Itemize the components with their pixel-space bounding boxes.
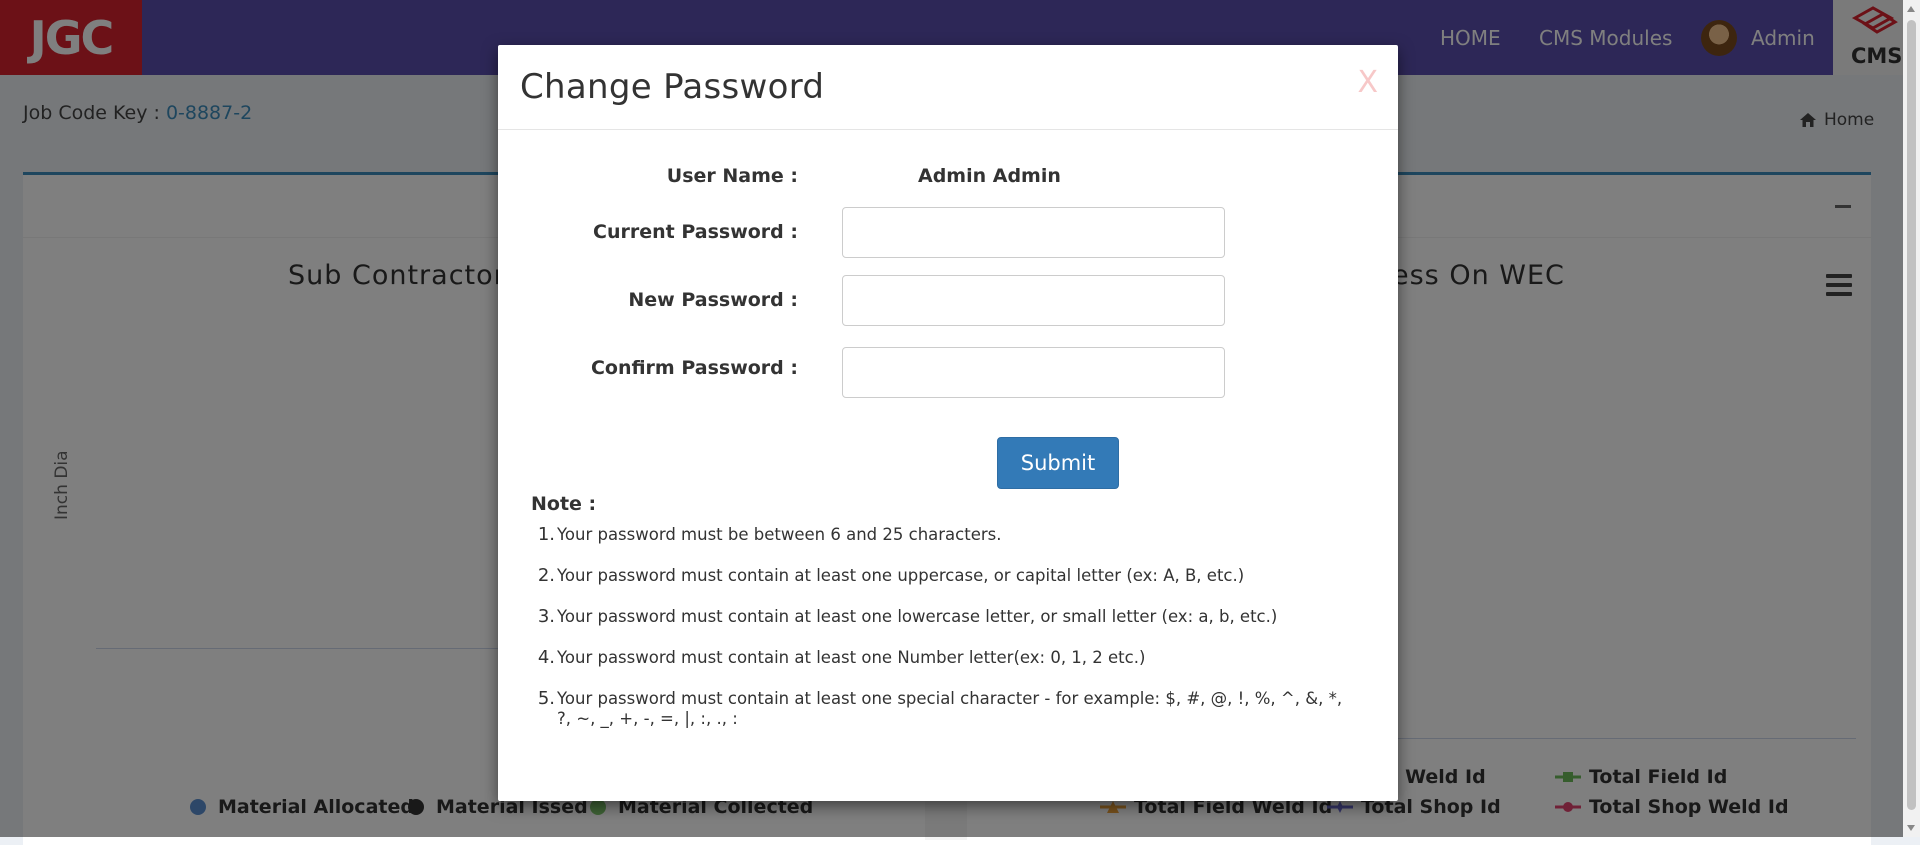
page-scrollbar[interactable] [1903,0,1920,837]
new-password-label: New Password : [628,289,798,311]
user-name-label: User Name : [666,165,798,187]
change-password-modal: Change Password X User Name : Admin Admi… [498,45,1398,801]
list-item-text: Your password must contain at least one … [557,607,1278,626]
submit-button[interactable]: Submit [997,437,1119,489]
list-item-text: Your password must contain at least one … [557,648,1146,667]
list-item-text: Your password must be between 6 and 25 c… [557,525,1002,544]
list-item: 4. Your password must contain at least on… [531,648,1361,668]
scrollbar-thumb[interactable] [1907,20,1916,810]
current-password-field[interactable] [842,207,1225,258]
list-item-number: 1. [537,524,555,545]
list-item-number: 3. [537,606,555,627]
note-heading: Note : [531,493,597,515]
modal-header: Change Password X [498,45,1398,130]
list-item-number: 4. [537,647,555,668]
close-button[interactable]: X [1357,65,1378,100]
list-item: 1. Your password must be between 6 and 25… [531,525,1361,545]
list-item: 3. Your password must contain at least on… [531,607,1361,627]
password-rules-list: 1. Your password must be between 6 and 25… [531,525,1361,750]
current-password-label: Current Password : [593,221,798,243]
modal-title: Change Password [520,67,825,107]
list-item-number: 5. [537,688,555,709]
scroll-up-icon[interactable] [1907,6,1915,12]
list-item: 5. Your password must contain at least on… [531,689,1361,729]
scroll-down-icon[interactable] [1907,825,1915,831]
list-item-text: Your password must contain at least one … [557,566,1245,585]
list-item: 2. Your password must contain at least on… [531,566,1361,586]
user-name-value: Admin Admin [918,165,1061,187]
list-item-text: Your password must contain at least one … [557,689,1343,728]
confirm-password-label: Confirm Password : [590,357,798,379]
new-password-field[interactable] [842,275,1225,326]
list-item-number: 2. [537,565,555,586]
confirm-password-field[interactable] [842,347,1225,398]
